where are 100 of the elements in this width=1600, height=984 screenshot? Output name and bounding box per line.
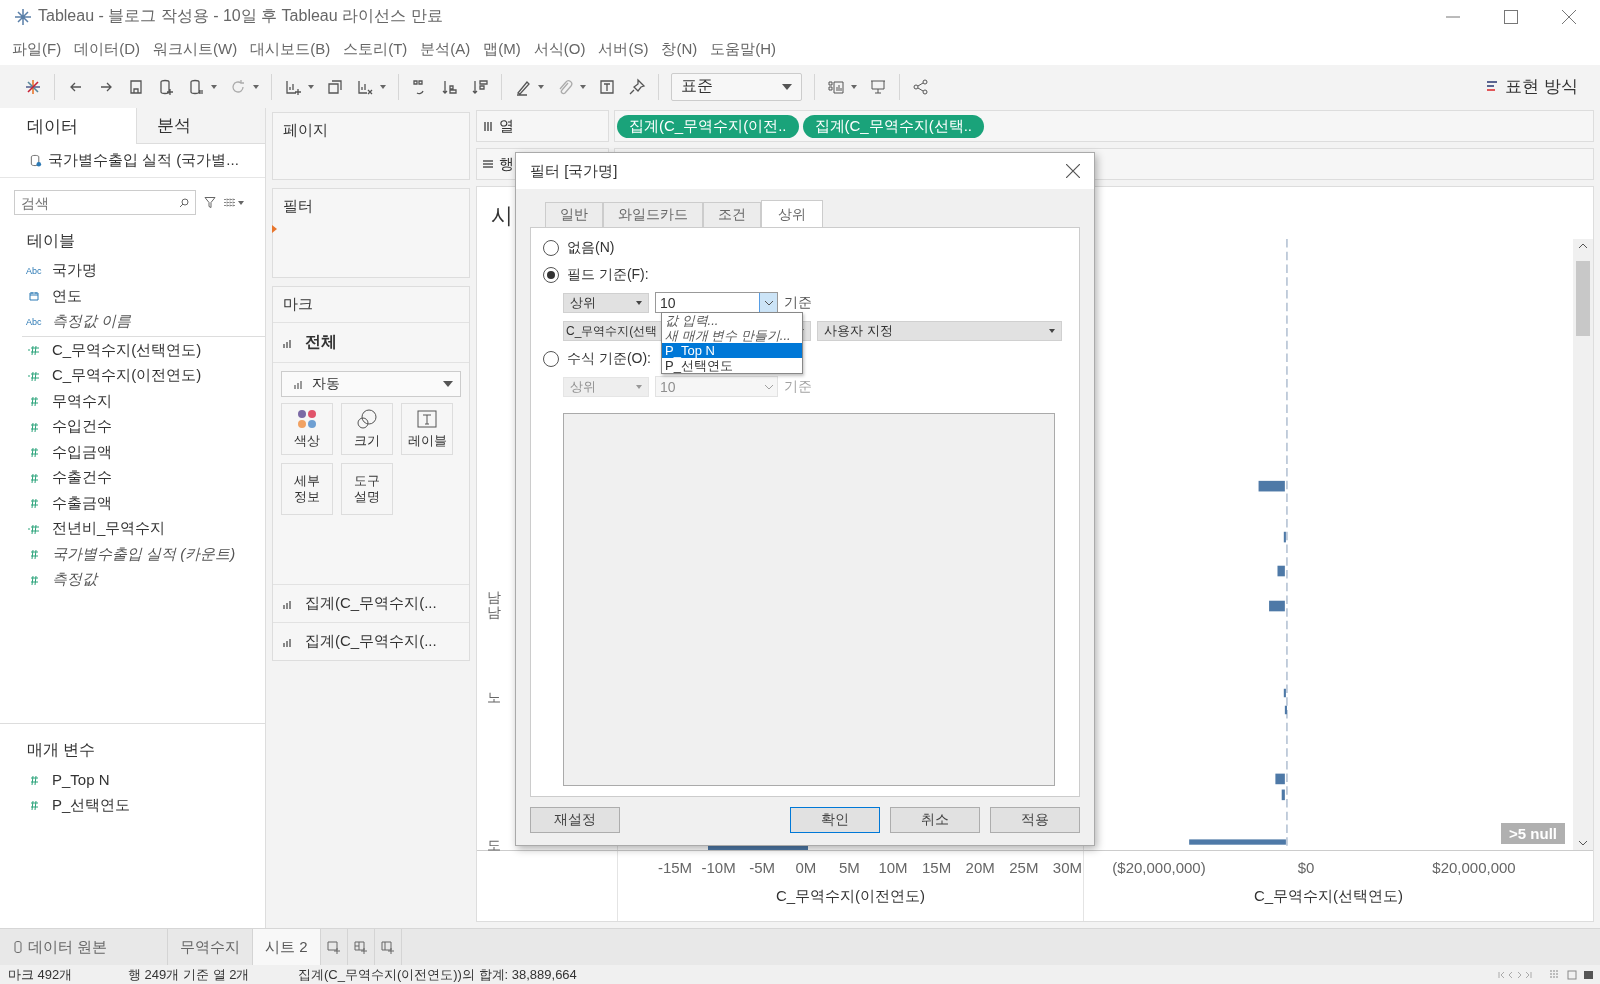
- radio-button[interactable]: [543, 266, 559, 283]
- mark-property-button[interactable]: 도구 설명: [341, 463, 393, 515]
- menu-option[interactable]: P_Top N: [662, 343, 802, 358]
- field-name[interactable]: C_무역수지(이전연도): [52, 366, 202, 386]
- menu-option[interactable]: 새 매개 변수 만들기...: [662, 328, 802, 343]
- dialog-tab[interactable]: 상위: [761, 200, 823, 228]
- menu-item[interactable]: 워크시트(W): [153, 39, 238, 59]
- measure-marks-label[interactable]: 집계(C_무역수지(...: [305, 594, 437, 613]
- field-name[interactable]: 수출금액: [52, 493, 112, 513]
- field-name[interactable]: 수출건수: [52, 468, 112, 488]
- scrollbar-thumb[interactable]: [1576, 261, 1590, 336]
- menu-item[interactable]: 대시보드(B): [250, 39, 331, 59]
- aggregation-dropdown[interactable]: 사용자 지정: [817, 321, 1062, 341]
- reset-button[interactable]: 재설정: [530, 807, 620, 833]
- pane-tab[interactable]: 분석: [135, 108, 265, 144]
- direction-dropdown[interactable]: 상위: [563, 292, 649, 313]
- dialog-tab[interactable]: 일반: [545, 202, 603, 227]
- menu-item[interactable]: 분석(A): [420, 39, 471, 59]
- radio-button[interactable]: [543, 239, 559, 256]
- menu-item[interactable]: 데이터(D): [74, 39, 140, 59]
- close-icon[interactable]: [1066, 164, 1080, 178]
- by-label: 기준: [784, 293, 812, 312]
- radio-label[interactable]: 없음(N): [567, 238, 615, 257]
- card-title: 필터: [283, 197, 313, 214]
- fit-dropdown[interactable]: 표준: [671, 72, 802, 101]
- caret-icon: [636, 300, 642, 305]
- menu-item[interactable]: 서버(S): [598, 39, 649, 59]
- menu-item[interactable]: 서식(O): [533, 39, 586, 59]
- show-me-button[interactable]: 표현 방식: [1487, 75, 1578, 98]
- mark-type-dropdown[interactable]: 자동: [281, 371, 461, 397]
- calendar-icon: [26, 290, 42, 303]
- cancel-button[interactable]: 취소: [890, 807, 980, 833]
- caret-icon[interactable]: [238, 200, 244, 205]
- maximize-icon[interactable]: [1504, 9, 1518, 24]
- caret-icon[interactable]: [580, 84, 586, 89]
- menu-item[interactable]: 스토리(T): [343, 39, 408, 59]
- radio-label[interactable]: 필드 기준(F):: [567, 265, 649, 284]
- menu-item[interactable]: 창(N): [661, 39, 698, 59]
- add-database-icon[interactable]: [157, 77, 175, 96]
- columns-icon: [483, 121, 493, 131]
- mark-property-button[interactable]: 색상: [281, 403, 333, 455]
- field-name[interactable]: C_무역수지(선택연도): [52, 340, 202, 360]
- caret-icon[interactable]: [538, 84, 544, 89]
- card-title: 페이지: [283, 121, 328, 138]
- pin-icon[interactable]: [628, 77, 646, 96]
- parameter-name[interactable]: P_선택연도: [52, 795, 131, 815]
- scroll-up-icon[interactable]: [1578, 243, 1588, 249]
- ok-button[interactable]: 확인: [790, 807, 880, 833]
- menu-option[interactable]: P_선택연도: [662, 358, 802, 373]
- scroll-down-icon[interactable]: [1578, 840, 1588, 846]
- view-mode-icon[interactable]: [1550, 969, 1594, 980]
- pause-database-icon[interactable]: [187, 77, 205, 96]
- radio-label[interactable]: 수식 기준(O):: [567, 349, 651, 368]
- caret-icon[interactable]: [211, 84, 217, 89]
- field-name[interactable]: 측정값: [52, 570, 97, 590]
- share-icon[interactable]: [912, 77, 930, 96]
- axis-tick-label: $0: [1297, 859, 1315, 876]
- caret-icon: [443, 381, 453, 387]
- grid-view-icon[interactable]: [224, 196, 236, 209]
- menu-item[interactable]: 도움말(H): [710, 39, 777, 59]
- field-name[interactable]: 수입금액: [52, 442, 112, 462]
- field-name[interactable]: 국가명: [52, 261, 97, 281]
- menu-item[interactable]: 파일(F): [12, 39, 62, 59]
- field-name[interactable]: 국가별수출입 실적 (카운트): [52, 544, 236, 564]
- search-field[interactable]: 검색: [14, 190, 196, 215]
- dialog-tab[interactable]: 와일드카드: [603, 202, 703, 227]
- scrollbar[interactable]: [1573, 239, 1593, 850]
- mark-property-button[interactable]: 크기: [341, 403, 393, 455]
- caret-icon[interactable]: [851, 84, 857, 89]
- field-name[interactable]: 수입건수: [52, 417, 112, 437]
- marks-all-label[interactable]: 전체: [305, 332, 337, 353]
- caret-icon[interactable]: [380, 84, 386, 89]
- filter-icon[interactable]: [204, 196, 216, 209]
- axis-tick-label: 0M: [795, 859, 817, 876]
- rows-icon: [483, 159, 493, 169]
- parameter-name[interactable]: P_Top N: [52, 771, 110, 789]
- caret-icon[interactable]: [308, 84, 314, 89]
- duplicate-icon[interactable]: [326, 77, 344, 96]
- measure-marks-label[interactable]: 집계(C_무역수지(...: [305, 632, 437, 651]
- datasource-name[interactable]: 국가별수출입 실적 (국가별...: [48, 151, 239, 170]
- field-name[interactable]: 무역수지: [52, 391, 112, 411]
- close-icon[interactable]: [1562, 9, 1576, 24]
- field-name[interactable]: 전년비_무역수지: [52, 519, 166, 539]
- sheet-tab[interactable]: 시트 2: [253, 929, 321, 965]
- presentation-icon[interactable]: [869, 77, 887, 96]
- mark-property-button[interactable]: 레이블: [401, 403, 453, 455]
- mark-property-button[interactable]: 세부 정보: [281, 463, 333, 515]
- apply-button[interactable]: 적용: [990, 807, 1080, 833]
- field-name[interactable]: 측정값 이름: [52, 312, 132, 332]
- dialog-tab[interactable]: 조건: [703, 202, 761, 227]
- axis-title: C_무역수지(이전연도): [775, 887, 926, 906]
- caret-icon[interactable]: [253, 84, 259, 89]
- sort-descending-icon[interactable]: [471, 77, 489, 96]
- bar-chart-icon: [283, 636, 293, 647]
- menu-item[interactable]: 맵(M): [483, 39, 521, 59]
- field-name[interactable]: 연도: [52, 286, 82, 306]
- save-icon[interactable]: [127, 77, 145, 96]
- text-box-icon[interactable]: [598, 77, 616, 96]
- count-combobox[interactable]: 10: [655, 292, 778, 313]
- radio-button[interactable]: [543, 350, 559, 367]
